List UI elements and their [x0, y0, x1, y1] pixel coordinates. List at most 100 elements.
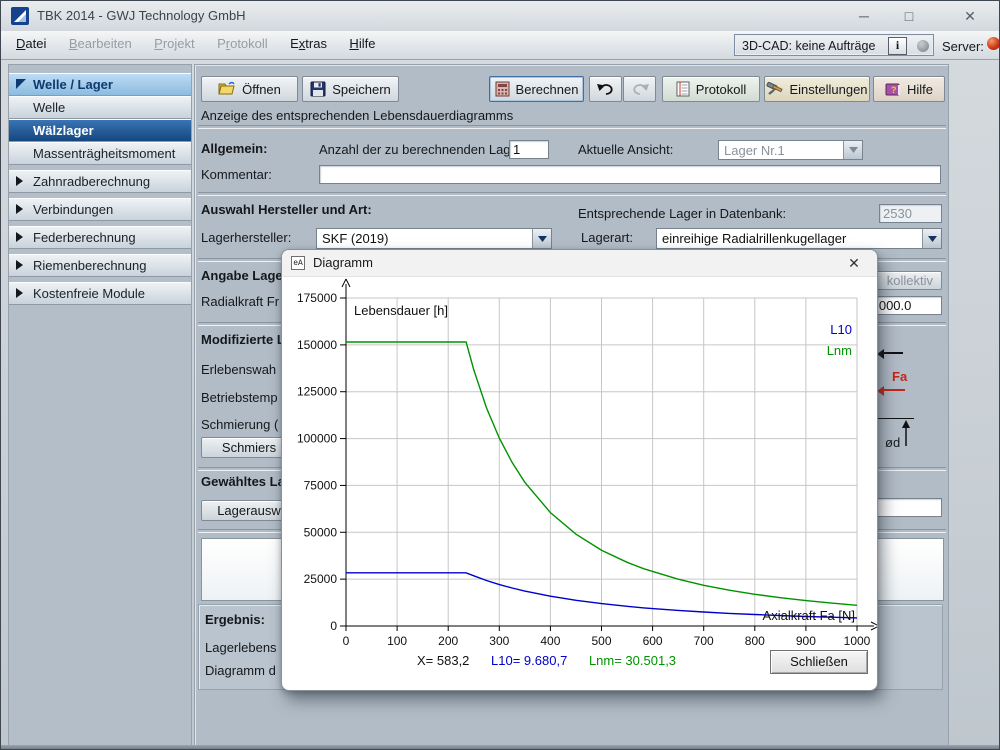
calculate-button[interactable]: Berechnen: [489, 76, 584, 102]
sidebar-item-waelzlager[interactable]: Wälzlager: [9, 119, 191, 142]
sidebar-item-zahnradberechnung[interactable]: Zahnradberechnung: [9, 170, 191, 193]
app-icon: [11, 7, 29, 25]
book-icon: ?: [885, 83, 900, 95]
ansicht-combo[interactable]: Lager Nr.1: [718, 140, 863, 160]
save-floppy-icon: [310, 81, 326, 97]
hersteller-combo[interactable]: SKF (2019): [316, 228, 552, 249]
tools-icon: [766, 81, 784, 95]
undo-button[interactable]: [589, 76, 622, 102]
cad-status-text: 3D-CAD: keine Aufträge: [742, 39, 876, 53]
gewaehltes-header: Gewähltes La: [201, 474, 285, 489]
svg-text:200: 200: [438, 634, 458, 648]
separator: [198, 125, 946, 129]
sidebar-item-kostenfreie-module[interactable]: Kostenfreie Module: [9, 282, 191, 305]
svg-text:?: ?: [891, 85, 897, 95]
save-button[interactable]: Speichern: [302, 76, 399, 102]
diagramm-dialog: eA Diagramm ✕ 0 100 200 300 400 500 600 700 800 9…: [281, 249, 878, 691]
sidebar-item-riemenberechnung[interactable]: Riemenberechnung: [9, 254, 191, 277]
menu-projekt[interactable]: Projekt: [145, 31, 203, 59]
lagerart-combo[interactable]: einreihige Radialrillenkugellager: [656, 228, 942, 249]
collapsed-icon: [16, 288, 23, 298]
modifizierte-header: Modifizierte L: [201, 332, 285, 347]
sidebar-item-federberechnung[interactable]: Federberechnung: [9, 226, 191, 249]
collapsed-icon: [16, 260, 23, 270]
fa-label: Fa: [892, 369, 908, 384]
menu-extras[interactable]: Extras: [281, 31, 336, 59]
svg-text:Lebensdauer [h]: Lebensdauer [h]: [354, 303, 448, 318]
svg-text:100: 100: [387, 634, 407, 648]
svg-text:175000: 175000: [297, 291, 337, 305]
close-button[interactable]: ✕: [955, 5, 985, 27]
hint-text: Anzeige des entsprechenden Lebensdauerdi…: [201, 108, 514, 123]
svg-text:0: 0: [330, 619, 337, 633]
svg-text:500: 500: [591, 634, 611, 648]
calculator-icon: [495, 81, 510, 97]
fa-arrow-icon: [877, 386, 905, 396]
anzahl-label: Anzahl der zu berechnenden Lager:: [319, 142, 526, 157]
datenbank-label: Entsprechende Lager in Datenbank:: [578, 206, 787, 221]
datenbank-value: 2530: [879, 204, 942, 223]
schmierung-label: Schmierung (: [201, 417, 279, 432]
help-button[interactable]: ? Hilfe: [873, 76, 945, 102]
protocol-button[interactable]: Protokoll: [662, 76, 760, 102]
anzahl-input[interactable]: 1: [509, 140, 549, 159]
sidebar-nav: Welle / Lager Welle Wälzlager Massenträg…: [9, 65, 191, 746]
angabe-header: Angabe Lage: [201, 268, 283, 283]
lagerart-label: Lagerart:: [581, 230, 634, 245]
durchmesser-label: ød: [885, 435, 901, 450]
minimize-button[interactable]: ─: [849, 5, 879, 27]
server-label: Server:: [942, 39, 984, 54]
expanded-icon: [16, 79, 26, 89]
redo-button[interactable]: [623, 76, 656, 102]
sidebar-item-welle-lager[interactable]: Welle / Lager: [9, 73, 191, 96]
diagramm-label: Diagramm d: [205, 663, 276, 678]
open-folder-icon: [218, 81, 235, 95]
sidebar-item-verbindungen[interactable]: Verbindungen: [9, 198, 191, 221]
svg-text:75000: 75000: [304, 478, 338, 492]
diameter-arrow-icon: [902, 420, 910, 446]
svg-text:0: 0: [343, 634, 350, 648]
menu-bar: Datei Bearbeiten Projekt Protokoll Extra…: [1, 31, 999, 60]
sidebar-item-massentraegheitsmoment[interactable]: Massenträgheitsmoment: [9, 142, 191, 165]
shaft-line: [878, 418, 914, 419]
dialog-title-bar[interactable]: eA Diagramm ✕: [282, 250, 877, 277]
svg-text:L10: L10: [830, 322, 852, 337]
radialkraft-label: Radialkraft Fr: [201, 294, 280, 309]
svg-text:100000: 100000: [297, 432, 337, 446]
menu-hilfe[interactable]: Hilfe: [340, 31, 384, 59]
dialog-title: Diagramm: [313, 255, 373, 270]
chevron-down-icon[interactable]: [843, 141, 862, 159]
menu-datei[interactable]: Datei: [7, 31, 55, 59]
menu-protokoll[interactable]: Protokoll: [208, 31, 277, 59]
title-bar[interactable]: TBK 2014 - GWJ Technology GmbH ─ □ ✕: [1, 1, 999, 32]
menu-bearbeiten[interactable]: Bearbeiten: [60, 31, 141, 59]
svg-text:800: 800: [745, 634, 765, 648]
allgemein-header: Allgemein:: [201, 141, 268, 156]
cursor-l10-value: L10= 9.680,7: [491, 653, 568, 668]
force-arrow-icon: [877, 349, 903, 359]
server-status-indicator: [987, 37, 999, 50]
svg-text:Lnm: Lnm: [827, 343, 852, 358]
lifetime-chart[interactable]: 0 100 200 300 400 500 600 700 800 900 1000 0 25000 50…: [282, 276, 878, 648]
window-bottom-edge: [1, 745, 999, 749]
svg-text:400: 400: [540, 634, 560, 648]
svg-text:25000: 25000: [304, 572, 338, 586]
lagerlebensdauer-label: Lagerlebens: [205, 640, 277, 655]
cursor-x-value: X= 583,2: [417, 653, 470, 668]
chevron-down-icon[interactable]: [532, 229, 551, 248]
svg-text:50000: 50000: [304, 525, 338, 539]
ansicht-label: Aktuelle Ansicht:: [578, 142, 674, 157]
dialog-close-icon[interactable]: ✕: [839, 252, 869, 274]
info-icon[interactable]: i: [888, 37, 907, 55]
kommentar-input[interactable]: [319, 165, 941, 184]
settings-button[interactable]: Einstellungen: [764, 76, 870, 102]
svg-text:150000: 150000: [297, 338, 337, 352]
schliessen-button[interactable]: Schließen: [770, 650, 868, 674]
cursor-lnm-value: Lnm= 30.501,3: [588, 653, 677, 668]
svg-text:300: 300: [489, 634, 509, 648]
dialog-icon: eA: [291, 256, 305, 270]
maximize-button[interactable]: □: [894, 5, 924, 27]
open-button[interactable]: Öffnen: [201, 76, 298, 102]
chevron-down-icon[interactable]: [922, 229, 941, 248]
sidebar-item-welle[interactable]: Welle: [9, 96, 191, 119]
